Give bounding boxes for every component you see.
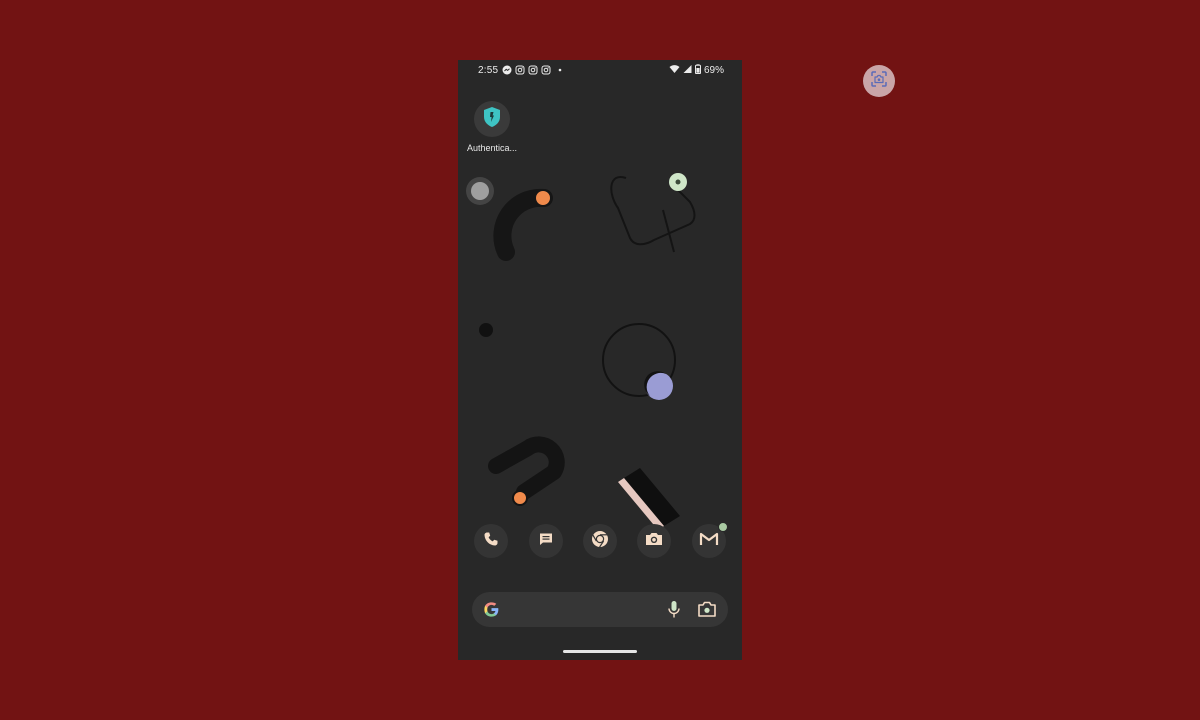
phone-app[interactable] [474,524,508,558]
messages-app[interactable] [529,524,563,558]
google-lens-icon[interactable] [697,600,717,624]
gmail-app[interactable] [692,522,728,558]
wifi-icon [669,64,680,77]
chrome-app[interactable] [583,524,617,558]
status-bar: 2:55 69% [458,60,742,80]
authenticator-label[interactable]: Authentica... [462,143,522,153]
microphone-icon[interactable] [667,600,681,624]
cell-signal-icon [683,64,692,77]
gmail-icon [699,531,719,552]
instagram-icon [515,65,525,75]
notification-badge [718,522,728,532]
messages-icon [538,531,554,552]
more-dot-icon [558,65,562,75]
app-dock [474,522,728,558]
authenticator-app[interactable] [474,101,510,137]
wallpaper-orange-dot-2 [512,490,528,506]
wallpaper-arc-shape [493,188,553,261]
system-status: 69% [669,64,724,77]
notification-icons [502,65,562,75]
home-gesture-bar[interactable] [563,650,637,653]
google-search-bar[interactable] [472,592,728,627]
phone-screen: 2:55 69% Authentica... [458,60,742,660]
wallpaper-u-shape [488,436,565,500]
wallpaper-small-dot [479,323,493,337]
touch-indicator [466,177,494,205]
desktop-background: 2:55 69% Authentica... [0,0,1200,720]
wallpaper-orange-dot [534,189,552,207]
status-time: 2:55 [478,65,499,76]
battery-percentage: 69% [703,65,724,76]
battery-icon [694,64,701,77]
instagram-icon [528,65,538,75]
messenger-icon [502,65,512,75]
phone-icon [483,531,499,552]
instagram-icon [541,65,551,75]
camera-icon [645,531,663,552]
wallpaper-mint-dot-center [675,179,681,185]
chrome-icon [591,530,609,553]
authenticator-shield-icon [482,106,502,133]
google-g-icon [482,600,501,624]
camera-app[interactable] [637,524,671,558]
screenshot-capture-button[interactable] [863,65,895,97]
screenshot-capture-icon [870,70,888,93]
